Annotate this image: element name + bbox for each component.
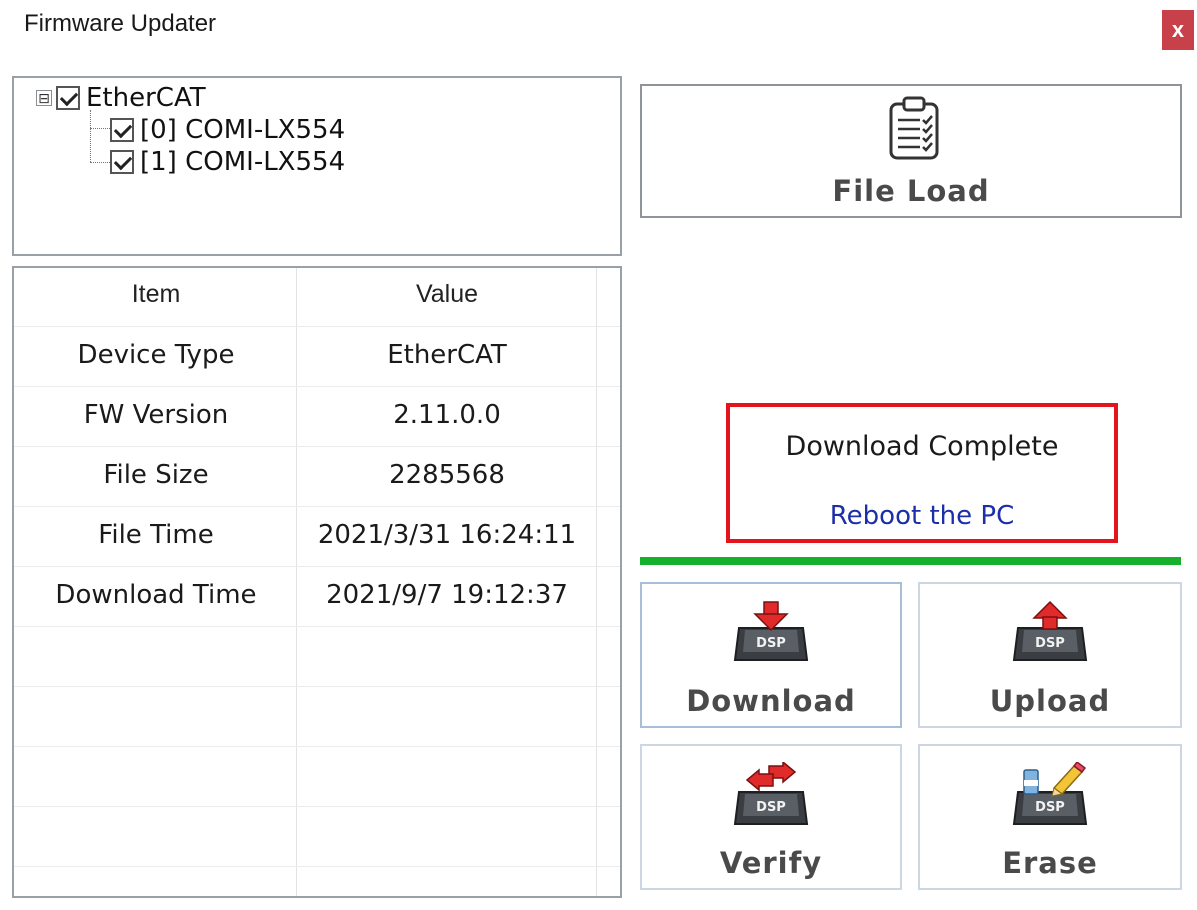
status-message: Download Complete xyxy=(785,431,1059,462)
title-bar: Firmware Updater x xyxy=(0,0,1197,60)
value-cell: 2285568 xyxy=(389,460,505,490)
dsp-verify-icon: DSP xyxy=(733,762,809,825)
item-cell: FW Version xyxy=(83,400,229,430)
tree-node-device-1[interactable]: [1] COMI-LX554 xyxy=(110,146,345,178)
collapse-icon[interactable]: ⊟ xyxy=(36,90,52,106)
progress-fill xyxy=(640,557,1181,565)
download-label: Download xyxy=(686,684,856,718)
tree-child-label: [1] COMI-LX554 xyxy=(140,147,346,177)
column-header-item[interactable]: Item xyxy=(16,280,296,309)
verify-label: Verify xyxy=(719,846,823,880)
download-button[interactable]: DSP Download xyxy=(640,582,902,728)
tree-child-checkbox[interactable] xyxy=(110,118,134,142)
item-cell: File Size xyxy=(103,460,209,490)
svg-text:DSP: DSP xyxy=(1035,800,1065,815)
dsp-erase-icon: DSP xyxy=(1012,762,1088,825)
column-header-value[interactable]: Value xyxy=(298,280,596,309)
value-cell: 2021/9/7 19:12:37 xyxy=(326,580,568,610)
close-icon: x xyxy=(1171,17,1185,42)
value-cell: 2021/3/31 16:24:11 xyxy=(317,520,577,550)
tree-root-label: EtherCAT xyxy=(86,83,206,113)
svg-text:DSP: DSP xyxy=(756,636,786,651)
tree-child-label: [0] COMI-LX554 xyxy=(140,115,346,145)
firmware-info-table: Item Value Device Type EtherCAT FW Versi… xyxy=(12,266,622,898)
value-cell: 2.11.0.0 xyxy=(393,400,501,430)
tree-node-device-0[interactable]: [0] COMI-LX554 xyxy=(110,114,345,146)
dsp-upload-icon: DSP xyxy=(1012,600,1088,661)
svg-text:DSP: DSP xyxy=(756,800,786,815)
progress-bar xyxy=(640,557,1181,565)
file-load-label: File Load xyxy=(832,174,990,208)
erase-button[interactable]: DSP Erase xyxy=(918,744,1182,890)
file-load-button[interactable]: File Load xyxy=(640,84,1182,218)
dsp-download-icon: DSP xyxy=(733,601,809,661)
tree-node-ethercat[interactable]: ⊟ EtherCAT xyxy=(36,82,206,114)
status-panel: Download Complete Reboot the PC xyxy=(726,403,1118,543)
svg-text:DSP: DSP xyxy=(1035,636,1065,651)
window-title: Firmware Updater xyxy=(24,10,217,37)
item-cell: Device Type xyxy=(77,340,235,370)
erase-label: Erase xyxy=(1002,846,1098,880)
upload-label: Upload xyxy=(989,684,1111,718)
item-cell: Download Time xyxy=(55,580,257,610)
status-instruction: Reboot the PC xyxy=(829,501,1015,531)
tree-child-checkbox[interactable] xyxy=(110,150,134,174)
close-button[interactable]: x xyxy=(1162,10,1194,50)
value-cell: EtherCAT xyxy=(387,340,507,370)
device-tree: ⊟ EtherCAT [0] COMI-LX554 [1] COMI-LX554 xyxy=(12,76,622,256)
verify-button[interactable]: DSP Verify xyxy=(640,744,902,890)
clipboard-icon xyxy=(889,96,939,160)
upload-button[interactable]: DSP Upload xyxy=(918,582,1182,728)
tree-root-checkbox[interactable] xyxy=(56,86,80,110)
item-cell: File Time xyxy=(98,520,214,550)
